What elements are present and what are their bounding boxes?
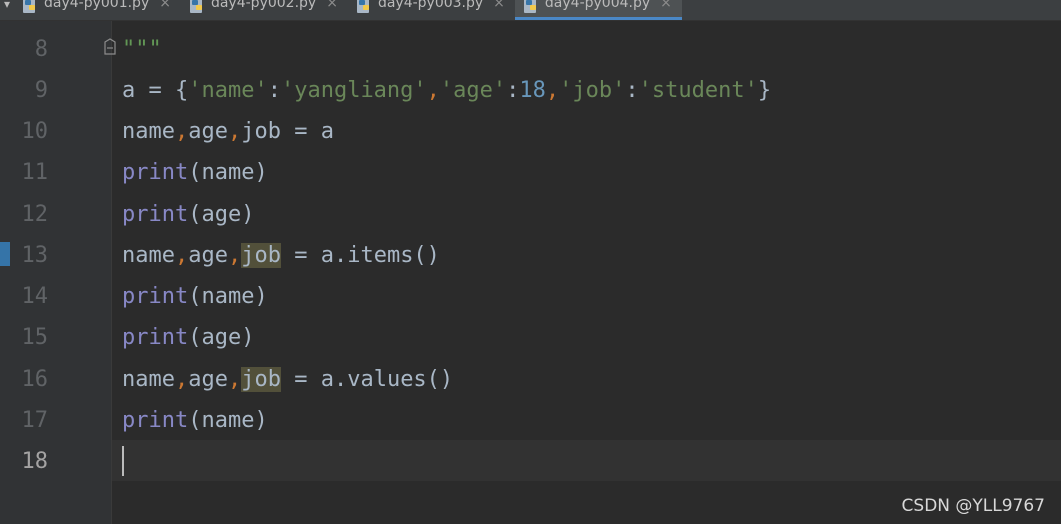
code-line-14: print(name) <box>122 276 268 317</box>
code-token: name <box>122 119 175 144</box>
string-token: 'name' <box>188 78 268 103</box>
highlighted-occurrence: job <box>241 243 281 268</box>
code-token: a = { <box>122 78 189 103</box>
close-icon[interactable]: × <box>493 0 505 10</box>
code-token: : <box>625 78 639 103</box>
code-line-9: a = {'name':'yangliang','age':18,'job':'… <box>122 70 771 111</box>
line-number: 12 <box>21 202 49 227</box>
comma-token: , <box>227 367 242 392</box>
code-token: job <box>241 119 281 144</box>
close-icon[interactable]: × <box>159 0 171 10</box>
code-token: age <box>188 243 228 268</box>
code-token: (name) <box>188 284 268 309</box>
code-token: = a.values() <box>280 367 454 392</box>
text-caret <box>122 446 124 476</box>
builtin-token: print <box>122 202 189 227</box>
string-token: 'yangliang' <box>280 78 427 103</box>
python-file-icon <box>22 0 38 14</box>
tab-label: day4-py003.py <box>377 0 484 11</box>
code-line-11: print(name) <box>122 152 268 193</box>
python-file-icon <box>523 0 539 14</box>
tab-label: day4-py004.py <box>544 0 651 11</box>
string-token: 'job' <box>559 78 626 103</box>
code-token: (age) <box>188 202 255 227</box>
line-number-gutter[interactable]: 8 9 10 11 12 13 14 15 16 17 18 <box>0 21 112 524</box>
code-token: (name) <box>188 160 268 185</box>
python-file-icon <box>189 0 205 14</box>
code-token: age <box>188 367 228 392</box>
comma-token: , <box>227 243 242 268</box>
code-line-10: name,age,job = a <box>122 111 334 152</box>
code-token: = a <box>280 119 334 144</box>
code-token: (age) <box>188 325 255 350</box>
current-line-highlight <box>112 440 1061 481</box>
code-token: name <box>122 243 175 268</box>
line-number: 10 <box>21 119 49 144</box>
builtin-token: print <box>122 160 189 185</box>
tab-day4-py003[interactable]: day4-py003.py × <box>348 0 515 20</box>
tab-day4-py001[interactable]: day4-py001.py × <box>14 0 181 20</box>
comma-token: , <box>174 119 189 144</box>
comma-token: , <box>227 119 242 144</box>
ide-window: ▾ day4-py001.py × day4-py002.py × day4-p… <box>0 0 1061 524</box>
tab-day4-py002[interactable]: day4-py002.py × <box>181 0 348 20</box>
line-number: 15 <box>21 325 49 350</box>
code-token: = a.items() <box>280 243 440 268</box>
highlighted-occurrence: job <box>241 367 281 392</box>
close-icon[interactable]: × <box>326 0 338 10</box>
code-line-16: name,age,job = a.values() <box>122 359 453 400</box>
docstring-quotes: """ <box>122 37 162 62</box>
string-token: 'student' <box>638 78 758 103</box>
tab-label: day4-py001.py <box>44 0 150 11</box>
watermark: CSDN @YLL9767 <box>901 496 1045 516</box>
code-token: (name) <box>188 408 268 433</box>
tab-label: day4-py002.py <box>210 0 317 11</box>
builtin-token: print <box>122 325 189 350</box>
comma-token: , <box>174 243 189 268</box>
code-token: age <box>188 119 228 144</box>
tab-day4-py004[interactable]: day4-py004.py × <box>514 0 682 20</box>
line-number: 16 <box>21 367 49 392</box>
code-token: } <box>757 78 772 103</box>
code-line-8: """ <box>122 29 162 70</box>
line-number: 14 <box>21 284 49 309</box>
code-token: : <box>267 78 281 103</box>
code-line-12: print(age) <box>122 194 254 235</box>
editor-tab-bar: ▾ day4-py001.py × day4-py002.py × day4-p… <box>0 0 1061 21</box>
code-line-17: print(name) <box>122 400 268 441</box>
code-line-13: name,age,job = a.items() <box>122 235 440 276</box>
comma-token: , <box>545 78 560 103</box>
line-number: 8 <box>34 37 48 62</box>
code-token: : <box>506 78 520 103</box>
line-number: 17 <box>21 408 49 433</box>
code-token: name <box>122 367 175 392</box>
string-token: 'age' <box>439 78 507 103</box>
builtin-token: print <box>122 284 189 309</box>
tab-overflow-icon[interactable]: ▾ <box>0 0 14 20</box>
line-number-current: 18 <box>21 449 49 474</box>
number-token: 18 <box>519 78 546 103</box>
line-number: 11 <box>21 160 49 185</box>
code-editor[interactable]: """ a = {'name':'yangliang','age':18,'jo… <box>112 21 1061 524</box>
python-file-icon <box>356 0 372 14</box>
builtin-token: print <box>122 408 189 433</box>
close-icon[interactable]: × <box>660 0 672 10</box>
comma-token: , <box>426 78 440 103</box>
comma-token: , <box>174 367 189 392</box>
line-number: 9 <box>34 78 48 103</box>
code-line-15: print(age) <box>122 317 254 358</box>
line-number: 13 <box>21 243 49 268</box>
